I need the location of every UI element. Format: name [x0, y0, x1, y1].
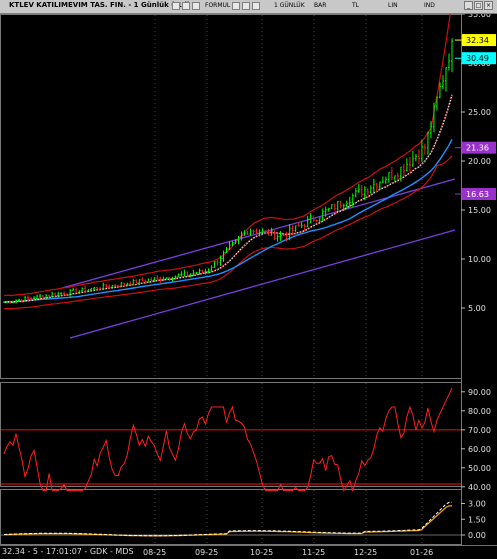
chart-area[interactable]: 35.0030.0025.0020.0015.0010.005.00 32.34… [0, 14, 497, 545]
window-title: KTLEV KATILIMEVIM TAS. FIN. - 1 Günlük (… [9, 1, 191, 9]
price-badge-label: 32.34 [466, 36, 489, 45]
price-badge-label: 30.49 [466, 54, 489, 63]
toolbar-icon-4[interactable] [232, 2, 240, 10]
x-label-09-25: 09-25 [195, 548, 219, 557]
toolbar-period-button[interactable]: 1 GÜNLÜK [274, 2, 305, 9]
status-bar: 32.34 - 5 - 17:01:07 - GDK - MDS 08-25 0… [0, 545, 497, 559]
price-tick-label: 10.00 [468, 255, 491, 264]
price-tick-label: 25.00 [468, 108, 491, 117]
rsi-tick-label: 50.00 [468, 464, 491, 473]
toolbar-lin-button[interactable]: LIN [388, 2, 398, 9]
x-label-12-25: 12-25 [354, 548, 378, 557]
toolbar-formul-button[interactable]: FORMUL [205, 2, 230, 9]
price-tick-label: 35.00 [468, 14, 491, 19]
macd-tick-label: 3.00 [468, 500, 486, 509]
rsi-tick-label: 70.00 [468, 426, 491, 435]
maximize-icon[interactable]: □ [474, 1, 483, 10]
minimize-icon[interactable]: _ [464, 1, 473, 10]
macd-tick-label: 0.00 [468, 531, 486, 540]
price-tick-label: 5.00 [468, 304, 486, 313]
price-tick-label: 20.00 [468, 157, 491, 166]
toolbar-icon-2[interactable] [182, 2, 190, 10]
toolbar-icon-6[interactable] [252, 2, 260, 10]
toolbar-icon-5[interactable] [242, 2, 250, 10]
x-label-11-25: 11-25 [302, 548, 326, 557]
price-badge-label: 16.63 [466, 190, 489, 199]
macd-tick-label: 1.50 [468, 515, 486, 524]
x-label-08-25: 08-25 [143, 548, 167, 557]
toolbar-ind-button[interactable]: IND [424, 2, 435, 9]
price-badge-label: 21.36 [466, 144, 489, 153]
rsi-tick-label: 40.00 [468, 483, 491, 492]
rsi-tick-label: 90.00 [468, 388, 491, 397]
rsi-tick-label: 60.00 [468, 445, 491, 454]
toolbar-icon-3[interactable] [192, 2, 200, 10]
price-tick-label: 15.00 [468, 206, 491, 215]
x-label-01-26: 01-26 [410, 548, 434, 557]
x-label-10-25: 10-25 [250, 548, 274, 557]
toolbar-bar-button[interactable]: BAR [314, 2, 326, 9]
close-icon[interactable]: × [484, 1, 493, 10]
toolbar-icon-1[interactable] [172, 2, 180, 10]
toolbar-tl-button[interactable]: TL [352, 2, 359, 9]
title-bar: KTLEV KATILIMEVIM TAS. FIN. - 1 Günlük (… [0, 0, 497, 14]
rsi-tick-label: 80.00 [468, 407, 491, 416]
window-controls: _ □ × [464, 1, 496, 12]
status-text: 32.34 - 5 - 17:01:07 - GDK - MDS [2, 547, 134, 556]
